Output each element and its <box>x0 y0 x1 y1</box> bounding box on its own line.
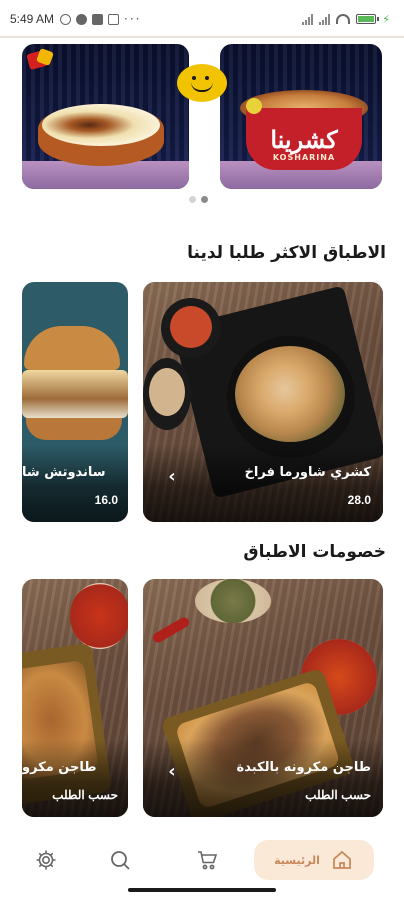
nav-settings[interactable] <box>14 840 78 880</box>
charging-icon: ⚡ <box>382 12 390 26</box>
signal-icon-2 <box>319 13 331 25</box>
search-icon <box>111 851 130 870</box>
status-bar: 5:49 AM ··· ⚡ <box>0 0 404 38</box>
hero-carousel[interactable]: كشرينا KOSHARINA <box>22 44 382 189</box>
hero-slide-dessert[interactable] <box>22 44 189 189</box>
wifi-icon <box>336 14 351 24</box>
signal-icon <box>302 13 314 25</box>
cart-icon <box>198 851 218 870</box>
status-system-icons: ⚡ <box>302 13 390 26</box>
product-card[interactable]: ‹ طاجن مكرونه بالكبدة حسب الطلب <box>143 579 383 817</box>
media-icon <box>108 13 120 25</box>
product-price: حسب الطلب <box>305 788 371 802</box>
nav-home[interactable]: الرئيسية <box>254 840 374 880</box>
more-notifications-icon: ··· <box>124 12 142 26</box>
product-card[interactable]: ‹ كشري شاورما فراخ 28.0 <box>143 282 383 522</box>
carousel-dot-1[interactable] <box>189 196 196 203</box>
product-card[interactable]: ساندوتش شا 16.0 <box>22 282 128 522</box>
notification-icon <box>76 13 88 25</box>
carousel-dot-2[interactable] <box>201 196 208 203</box>
product-name: ساندوتش شا <box>22 465 106 480</box>
hero-slide-koshari[interactable]: كشرينا KOSHARINA <box>220 44 382 189</box>
product-image <box>22 370 128 418</box>
section-title-top-ordered: الاطباق الاكثر طلبا لدينا <box>187 243 386 263</box>
bottom-navigation: الرئيسية <box>0 830 404 890</box>
product-image <box>227 336 355 458</box>
product-card[interactable]: طاجن مكرو حسب الطلب <box>22 579 128 817</box>
app-notification-icon <box>92 13 104 25</box>
product-price: حسب الطلب <box>52 788 118 802</box>
section-title-discounts: خصومات الاطباق <box>243 542 386 562</box>
nav-cart[interactable] <box>162 840 252 880</box>
nav-home-label: الرئيسية <box>274 853 320 867</box>
product-name: طاجن مكرو <box>22 760 97 775</box>
smiley-logo-icon <box>177 64 227 102</box>
cup-subtitle-text: KOSHARINA <box>272 153 336 162</box>
gear-icon <box>36 850 56 870</box>
status-time: 5:49 AM <box>10 12 55 26</box>
dessert-bowl-image <box>38 104 164 166</box>
chevron-left-icon[interactable]: ‹ <box>160 462 184 490</box>
status-notification-icons: ··· <box>60 12 141 26</box>
battery-icon <box>356 14 380 24</box>
product-name: كشري شاورما فراخ <box>244 465 371 480</box>
chevron-left-icon[interactable]: ‹ <box>160 757 184 785</box>
alarm-icon <box>60 13 72 25</box>
cup-brand-text: كشرينا <box>270 124 338 154</box>
gesture-home-bar[interactable] <box>128 888 276 892</box>
carousel-indicator <box>189 196 208 203</box>
home-icon <box>332 850 351 869</box>
brand-logo-icon <box>26 48 58 72</box>
product-price: 28.0 <box>347 493 371 507</box>
header-divider <box>0 36 404 38</box>
product-price: 16.0 <box>94 493 118 507</box>
product-name: طاجن مكرونه بالكبدة <box>236 760 371 775</box>
nav-search[interactable] <box>78 840 162 880</box>
